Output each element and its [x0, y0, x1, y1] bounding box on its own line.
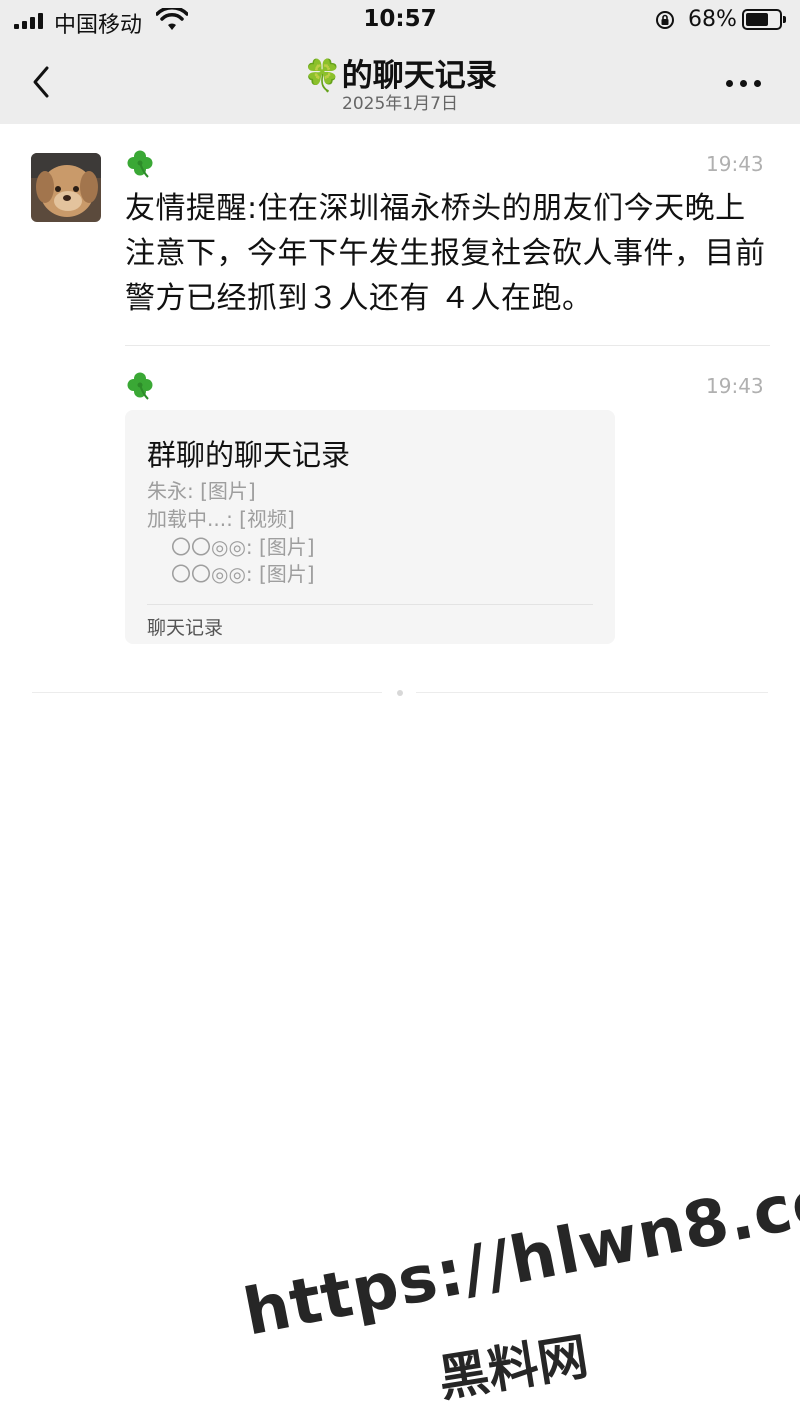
chat-record-line: 〇〇◎◎: [图片]: [171, 562, 315, 586]
sender-clover-icon: [125, 148, 155, 178]
end-dot: [397, 690, 403, 696]
message-time: 19:43: [706, 374, 764, 398]
page-subtitle-date: 2025年1月7日: [342, 94, 458, 114]
message-time: 19:43: [706, 152, 764, 176]
end-divider: [416, 692, 768, 693]
card-divider: [147, 604, 593, 605]
status-time: 10:57: [363, 6, 437, 32]
end-divider: [32, 692, 382, 693]
message-divider: [125, 345, 770, 346]
orientation-lock-icon: [656, 11, 674, 29]
chat-record-footer-label: 聊天记录: [147, 617, 224, 639]
status-bar: 中国移动 10:57 68%: [0, 0, 800, 40]
message-text[interactable]: 友情提醒:住在深圳福永桥头的朋友们今天晚上注意下，今年下午发生报复社会砍人事件，…: [125, 186, 770, 321]
avatar[interactable]: [31, 153, 101, 222]
chat-record-line: 朱永: [图片]: [147, 479, 256, 503]
chat-record-card[interactable]: 群聊的聊天记录 朱永: [图片] 加载中...: [视频] 〇〇◎◎: [图片]…: [125, 410, 615, 644]
chat-record-title: 群聊的聊天记录: [147, 438, 351, 472]
chat-record-line: 加载中...: [视频]: [147, 507, 295, 531]
chat-record-line: 〇〇◎◎: [图片]: [171, 535, 315, 559]
watermark-name: 黑料网: [434, 1327, 592, 1409]
battery-icon: [742, 9, 786, 30]
battery-percent: 68%: [688, 7, 737, 32]
more-options-icon[interactable]: [722, 64, 766, 100]
sender-clover-icon: [125, 370, 155, 400]
nav-bar: 🍀的聊天记录 2025年1月7日: [0, 40, 800, 124]
watermark-url: https://hlwn8.com: [238, 1150, 800, 1351]
